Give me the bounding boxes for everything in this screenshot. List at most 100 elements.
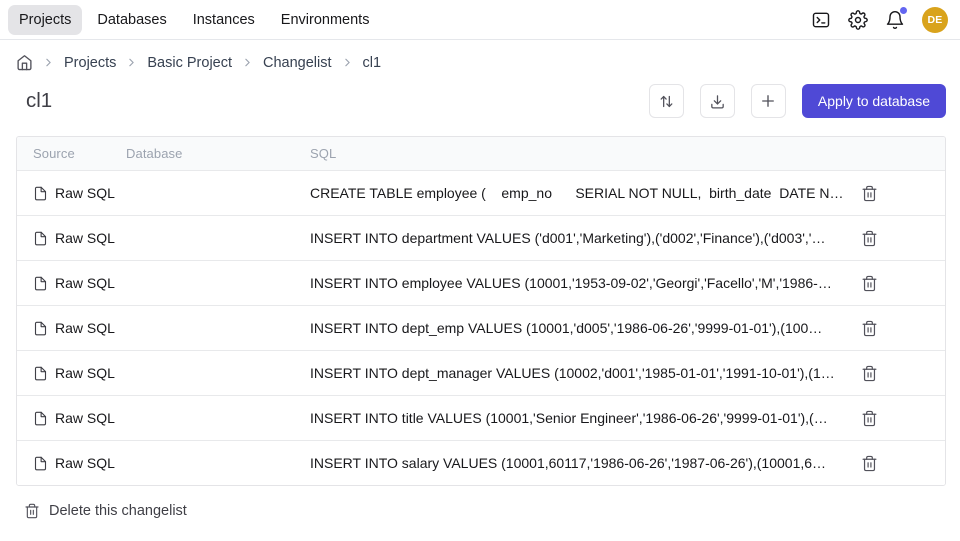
sql-cell: CREATE TABLE employee ( emp_no SERIAL NO… (310, 185, 848, 201)
source-cell: Raw SQL (33, 230, 126, 246)
source-cell: Raw SQL (33, 275, 126, 291)
sql-cell: INSERT INTO salary VALUES (10001,60117,'… (310, 455, 848, 471)
actions-cell (848, 272, 945, 295)
chevron-right-icon (241, 56, 254, 69)
source-label: Raw SQL (55, 230, 115, 246)
table-row[interactable]: Raw SQL INSERT INTO employee VALUES (100… (17, 260, 945, 305)
top-nav-right: DE (811, 7, 948, 33)
nav-item[interactable]: Databases (86, 5, 177, 35)
settings-button[interactable] (848, 10, 868, 30)
delete-row-button[interactable] (858, 272, 881, 295)
delete-changelist-label: Delete this changelist (49, 503, 187, 519)
source-label: Raw SQL (55, 455, 115, 471)
nav-item[interactable]: Projects (8, 5, 82, 35)
actions-cell (848, 362, 945, 385)
table-header: Source Database SQL (17, 137, 945, 170)
breadcrumb: Projects Basic Project Changelist cl1 (16, 54, 944, 71)
table-row[interactable]: Raw SQL CREATE TABLE employee ( emp_no S… (17, 170, 945, 215)
nav-item[interactable]: Instances (182, 5, 266, 35)
delete-row-button[interactable] (858, 317, 881, 340)
trash-icon (24, 503, 40, 519)
sql-cell: INSERT INTO department VALUES ('d001','M… (310, 230, 848, 246)
breadcrumb-item[interactable]: cl1 (363, 55, 382, 71)
file-icon (33, 321, 48, 336)
delete-row-button[interactable] (858, 362, 881, 385)
trash-icon (861, 365, 878, 382)
page-title: cl1 (26, 89, 52, 113)
trash-icon (861, 230, 878, 247)
trash-icon (861, 455, 878, 472)
trash-icon (861, 320, 878, 337)
delete-row-button[interactable] (858, 452, 881, 475)
trash-icon (861, 275, 878, 292)
gear-icon (848, 10, 868, 30)
actions-cell (848, 317, 945, 340)
notification-dot (900, 7, 907, 14)
file-icon (33, 411, 48, 426)
actions-cell (848, 407, 945, 430)
export-button[interactable] (700, 84, 735, 118)
chevron-right-icon (42, 56, 55, 69)
source-cell: Raw SQL (33, 455, 126, 471)
delete-changelist-button[interactable]: Delete this changelist (24, 503, 187, 519)
trash-icon (861, 410, 878, 427)
trash-icon (861, 185, 878, 202)
avatar[interactable]: DE (922, 7, 948, 33)
notifications-button[interactable] (885, 10, 905, 30)
source-label: Raw SQL (55, 410, 115, 426)
add-change-button[interactable] (751, 84, 786, 118)
chevron-right-icon (341, 56, 354, 69)
source-label: Raw SQL (55, 275, 115, 291)
main-nav: Projects Databases Instances Environment… (8, 5, 380, 35)
source-label: Raw SQL (55, 320, 115, 336)
sql-cell: INSERT INTO dept_emp VALUES (10001,'d005… (310, 320, 848, 336)
app-root: Projects Databases Instances Environment… (0, 0, 960, 519)
table-row[interactable]: Raw SQL INSERT INTO title VALUES (10001,… (17, 395, 945, 440)
source-label: Raw SQL (55, 365, 115, 381)
sql-cell: INSERT INTO dept_manager VALUES (10002,'… (310, 365, 848, 381)
source-cell: Raw SQL (33, 185, 126, 201)
table-row[interactable]: Raw SQL INSERT INTO department VALUES ('… (17, 215, 945, 260)
delete-row-button[interactable] (858, 182, 881, 205)
top-nav: Projects Databases Instances Environment… (0, 0, 960, 40)
file-icon (33, 186, 48, 201)
breadcrumb-item[interactable]: Basic Project (147, 55, 232, 71)
title-row: cl1 Apply to database (26, 84, 946, 118)
home-icon[interactable] (16, 54, 33, 71)
toolbar: Apply to database (649, 84, 946, 118)
table-body: Raw SQL CREATE TABLE employee ( emp_no S… (17, 170, 945, 485)
file-icon (33, 456, 48, 471)
delete-row-button[interactable] (858, 227, 881, 250)
actions-cell (848, 452, 945, 475)
sql-editor-terminal-button[interactable] (811, 10, 831, 30)
apply-to-database-button[interactable]: Apply to database (802, 84, 946, 118)
plus-icon (759, 92, 777, 110)
delete-row-button[interactable] (858, 407, 881, 430)
sql-cell: INSERT INTO employee VALUES (10001,'1953… (310, 275, 848, 291)
column-header-sql: SQL (310, 146, 848, 161)
page-footer: Delete this changelist (24, 503, 960, 519)
actions-cell (848, 182, 945, 205)
actions-cell (848, 227, 945, 250)
file-icon (33, 276, 48, 291)
table-row[interactable]: Raw SQL INSERT INTO salary VALUES (10001… (17, 440, 945, 485)
column-header-source: Source (33, 146, 126, 161)
breadcrumb-item[interactable]: Changelist (263, 55, 332, 71)
source-cell: Raw SQL (33, 320, 126, 336)
sql-cell: INSERT INTO title VALUES (10001,'Senior … (310, 410, 848, 426)
column-header-database: Database (126, 146, 310, 161)
chevron-right-icon (125, 56, 138, 69)
reorder-button[interactable] (649, 84, 684, 118)
breadcrumb-item[interactable]: Projects (64, 55, 116, 71)
terminal-icon (811, 10, 831, 30)
sort-arrows-icon (658, 93, 675, 110)
source-cell: Raw SQL (33, 365, 126, 381)
file-icon (33, 366, 48, 381)
table-row[interactable]: Raw SQL INSERT INTO dept_emp VALUES (100… (17, 305, 945, 350)
changes-table: Source Database SQL Raw SQL CREATE TABLE… (16, 136, 946, 486)
download-icon (709, 93, 726, 110)
file-icon (33, 231, 48, 246)
source-label: Raw SQL (55, 185, 115, 201)
table-row[interactable]: Raw SQL INSERT INTO dept_manager VALUES … (17, 350, 945, 395)
nav-item[interactable]: Environments (270, 5, 381, 35)
